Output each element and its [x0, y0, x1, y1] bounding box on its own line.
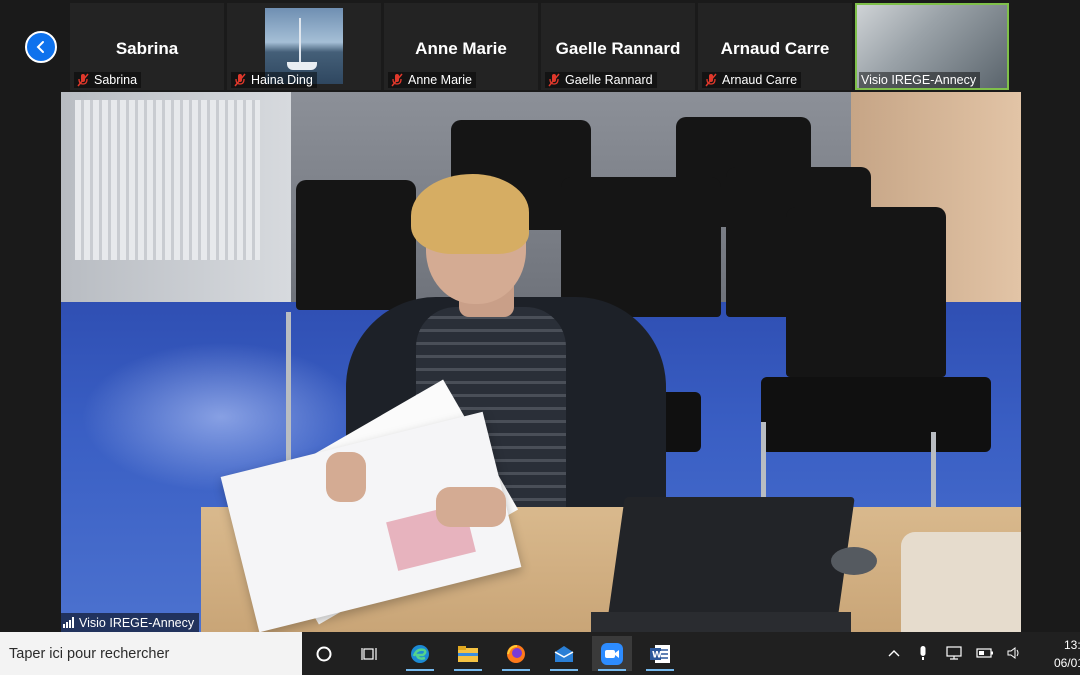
show-hidden-icons-chevron-up-icon[interactable] — [885, 644, 903, 662]
participant-tile[interactable]: Arnaud Carre Arnaud Carre — [698, 3, 852, 90]
microphone-muted-icon — [234, 73, 246, 87]
active-speaker-video — [61, 92, 1021, 632]
battery-icon[interactable] — [976, 644, 994, 662]
active-speaker-tile[interactable]: Visio IREGE-Annecy — [855, 3, 1009, 90]
participant-name: Haina Ding — [251, 73, 313, 87]
participant-name: Anne Marie — [408, 73, 472, 87]
windows-taskbar: Taper ici pour rechercher W 13 06/0 — [0, 632, 1080, 675]
participant-label: Anne Marie — [388, 72, 476, 88]
file-explorer-icon[interactable] — [448, 636, 488, 671]
participant-tile[interactable]: Sabrina Sabrina — [70, 3, 224, 90]
word-icon[interactable]: W — [640, 636, 680, 671]
participant-name: Visio IREGE-Annecy — [861, 73, 977, 87]
microphone-icon[interactable] — [914, 644, 932, 662]
edge-icon[interactable] — [400, 636, 440, 671]
participant-tile[interactable]: Anne Marie Anne Marie — [384, 3, 538, 90]
zoom-icon[interactable] — [592, 636, 632, 671]
taskbar-search-input[interactable]: Taper ici pour rechercher — [0, 632, 302, 675]
participant-name-display: Gaelle Rannard — [555, 39, 681, 58]
participant-name-display: Arnaud Carre — [720, 39, 830, 58]
conference-speaker — [831, 547, 877, 575]
microphone-muted-icon — [548, 73, 560, 87]
video-name-label: Visio IREGE-Annecy — [61, 613, 200, 632]
participant-name: Sabrina — [94, 73, 138, 87]
participant-label: Haina Ding — [231, 72, 317, 88]
bag — [901, 532, 1021, 632]
clock-date: 06/01/2 — [1053, 656, 1080, 670]
clock-time: 13:26 — [1063, 638, 1080, 652]
previous-page-button[interactable] — [25, 31, 57, 63]
participant-name: Gaelle Rannard — [565, 73, 653, 87]
volume-icon[interactable] — [1006, 644, 1024, 662]
cortana-icon[interactable] — [304, 636, 344, 671]
microphone-muted-icon — [77, 73, 89, 87]
chevron-left-icon — [36, 41, 44, 53]
connection-signal-icon — [63, 617, 74, 628]
video-speaker-name: Visio IREGE-Annecy — [79, 615, 195, 630]
participant-name: Arnaud Carre — [722, 73, 798, 87]
radiator — [75, 100, 260, 260]
taskbar-clock[interactable]: 13:26 06/01/2 — [1034, 636, 1080, 672]
firefox-icon[interactable] — [496, 636, 536, 671]
participant-label: Arnaud Carre — [702, 72, 802, 88]
zoom-meeting-window: Sabrina Sabrina Haina Ding Anne Marie An… — [0, 0, 1080, 675]
svg-text:W: W — [652, 650, 662, 660]
microphone-muted-icon — [705, 73, 717, 87]
network-icon[interactable] — [945, 644, 963, 662]
microphone-muted-icon — [391, 73, 403, 87]
participant-label: Visio IREGE-Annecy — [859, 72, 981, 88]
participant-strip: Sabrina Sabrina Haina Ding Anne Marie An… — [0, 0, 1080, 92]
participant-tile[interactable]: Haina Ding — [227, 3, 381, 90]
laptop — [607, 497, 855, 622]
participant-label: Gaelle Rannard — [545, 72, 657, 88]
mail-icon[interactable] — [544, 636, 584, 671]
participant-label: Sabrina — [74, 72, 142, 88]
participant-name-display: Sabrina — [115, 39, 179, 58]
task-view-icon[interactable] — [350, 636, 390, 671]
participant-name-display: Anne Marie — [415, 39, 507, 58]
participant-tile[interactable]: Gaelle Rannard Gaelle Rannard — [541, 3, 695, 90]
